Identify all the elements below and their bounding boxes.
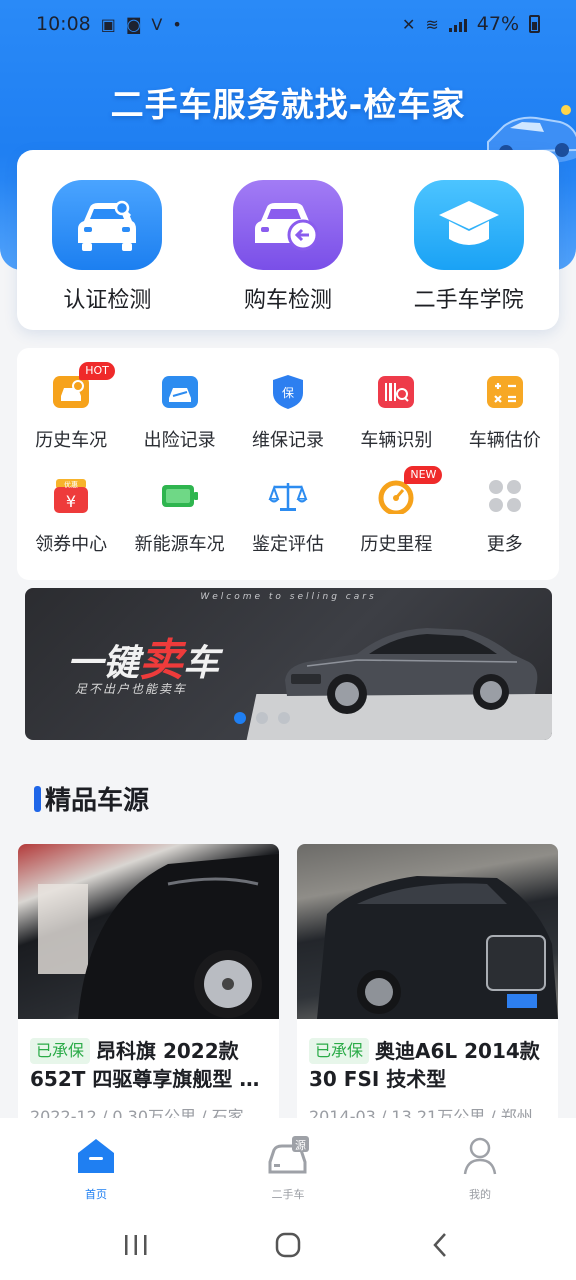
banner-welcome-text: Welcome to selling cars	[200, 592, 377, 602]
tool-vehicle-valuation[interactable]: 车辆估价	[453, 372, 557, 452]
nav-home[interactable]: 首页	[41, 1134, 151, 1210]
back-chevron-icon	[433, 1233, 446, 1257]
used-car-icon-text: 源	[295, 1138, 306, 1152]
car-photo	[18, 844, 279, 1019]
pagination-dot[interactable]	[278, 712, 290, 724]
app-screen: 10:08 ▣ ◙ V • ✕ ≋ 47% 二手车服务就找-检车家 认证检测 购…	[0, 0, 576, 1280]
maintenance-shield-icon: 保	[268, 372, 308, 412]
car-listing-card[interactable]: 已承保 奥迪A6L 2014款 30 FSI 技术型 2014-03 / 13.2…	[297, 844, 558, 1134]
system-navigation-bar	[0, 1210, 576, 1280]
tool-label: 出险记录	[143, 430, 216, 451]
tool-accident-record[interactable]: 出险记录	[128, 372, 232, 452]
tool-label: 历史车况	[35, 430, 108, 451]
nav-label: 我的	[469, 1188, 491, 1201]
coupon-icon: 优惠 ¥	[51, 476, 91, 516]
tool-label: 车辆识别	[360, 430, 433, 451]
banner-pagination	[234, 712, 290, 724]
service-used-car-academy[interactable]: 二手车学院	[389, 180, 549, 330]
tools-row: 优惠 ¥ 领券中心 新能源车况 鉴定评估 NEW 历史里程 更多	[17, 466, 559, 556]
signal-icon	[448, 16, 467, 32]
nav-label: 首页	[85, 1188, 107, 1201]
calculator-icon	[485, 372, 525, 412]
banner-title-suffix: 车	[183, 643, 220, 684]
battery-icon	[160, 476, 200, 516]
used-car-icon: 源	[266, 1134, 310, 1178]
bottom-navigation: 首页 源 二手车 我的	[0, 1118, 576, 1210]
car-return-icon	[232, 180, 343, 270]
tools-grid: HOT 历史车况 出险记录 保 维保记录 车辆识别 车辆估价 优惠 ¥ 领券中心…	[17, 348, 559, 580]
service-label: 认证检测	[63, 288, 152, 313]
status-time: 10:08	[36, 13, 91, 35]
service-label: 二手车学院	[413, 288, 524, 313]
tool-label: 领券中心	[35, 534, 108, 555]
barcode-scan-icon	[376, 372, 416, 412]
listing-title: 已承保 昂科旗 2022款 652T 四驱尊享旗舰型 …	[30, 1037, 267, 1093]
recent-apps-icon	[125, 1235, 147, 1255]
graduation-cap-icon	[413, 180, 524, 270]
wifi-icon: ≋	[425, 14, 439, 34]
accident-record-icon	[160, 372, 200, 412]
tool-new-energy-status[interactable]: 新能源车况	[128, 476, 232, 556]
home-circle-icon	[275, 1232, 301, 1258]
new-tag: NEW	[404, 466, 443, 484]
mute-icon: ✕	[401, 14, 416, 34]
service-label: 购车检测	[243, 288, 332, 313]
coupon-text: 优惠	[64, 480, 78, 489]
recent-apps-button[interactable]	[106, 1225, 166, 1265]
tool-mileage-history[interactable]: NEW 历史里程	[344, 466, 448, 556]
nav-used-cars[interactable]: 源 二手车	[233, 1134, 343, 1210]
tool-coupon-center[interactable]: 优惠 ¥ 领券中心	[19, 476, 123, 556]
shield-text: 保	[282, 386, 294, 400]
pagination-dot[interactable]	[256, 712, 268, 724]
insured-badge: 已承保	[30, 1038, 91, 1064]
insured-badge: 已承保	[309, 1038, 370, 1064]
service-certified-inspection[interactable]: 认证检测	[27, 180, 187, 330]
profile-icon	[458, 1134, 502, 1178]
section-title: 精品车源	[45, 786, 150, 816]
tool-vehicle-identification[interactable]: 车辆识别	[344, 372, 448, 452]
back-button[interactable]	[410, 1225, 470, 1265]
battery-percent: 47%	[476, 13, 519, 35]
status-bar: 10:08 ▣ ◙ V • ✕ ≋ 47%	[0, 0, 576, 48]
svg-text:¥: ¥	[66, 492, 76, 511]
nav-label: 二手车	[271, 1188, 305, 1201]
car-search-icon	[52, 180, 163, 270]
tool-more[interactable]: 更多	[453, 476, 557, 556]
section-accent-bar	[34, 785, 41, 812]
tool-label: 车辆估价	[468, 430, 541, 451]
gallery-notification-icon: ▣	[100, 14, 116, 34]
service-card: 认证检测 购车检测 二手车学院	[17, 150, 559, 330]
tool-label: 更多	[486, 534, 523, 555]
listing-title: 已承保 奥迪A6L 2014款 30 FSI 技术型	[309, 1037, 546, 1093]
more-notifications-icon: •	[172, 14, 182, 34]
tools-row: HOT 历史车况 出险记录 保 维保记录 车辆识别 车辆估价	[17, 362, 559, 452]
tool-label: 新能源车况	[134, 534, 225, 555]
car-listing-card[interactable]: 已承保 昂科旗 2022款 652T 四驱尊享旗舰型 … 2022-12 / 0.…	[18, 844, 279, 1134]
tool-maintenance-record[interactable]: 保 维保记录	[236, 372, 340, 452]
service-purchase-inspection[interactable]: 购车检测	[208, 180, 368, 330]
hot-tag: HOT	[79, 362, 115, 380]
more-grid-icon	[485, 476, 525, 516]
featured-section-header: 精品车源	[34, 780, 149, 817]
battery-icon	[529, 15, 540, 33]
vpn-notification-icon: V	[151, 14, 163, 34]
scale-icon	[268, 476, 308, 516]
home-button[interactable]	[258, 1225, 318, 1265]
banner-title-prefix: 一键	[67, 643, 140, 684]
tool-label: 历史里程	[360, 534, 433, 555]
banner-title: 一键卖车	[67, 624, 219, 688]
car-photo	[297, 844, 558, 1019]
nav-profile[interactable]: 我的	[425, 1134, 535, 1210]
pagination-dot-active[interactable]	[234, 712, 246, 724]
tool-appraisal[interactable]: 鉴定评估	[236, 476, 340, 556]
banner-title-highlight: 卖	[139, 635, 184, 686]
tool-label: 维保记录	[251, 430, 324, 451]
banner-subtitle: 足不出户也能卖车	[75, 682, 188, 696]
home-icon	[74, 1134, 118, 1178]
sedan-image	[285, 628, 538, 714]
tool-vehicle-history[interactable]: HOT 历史车况	[19, 362, 123, 452]
app-notification-icon: ◙	[125, 14, 142, 34]
tool-label: 鉴定评估	[251, 534, 324, 555]
